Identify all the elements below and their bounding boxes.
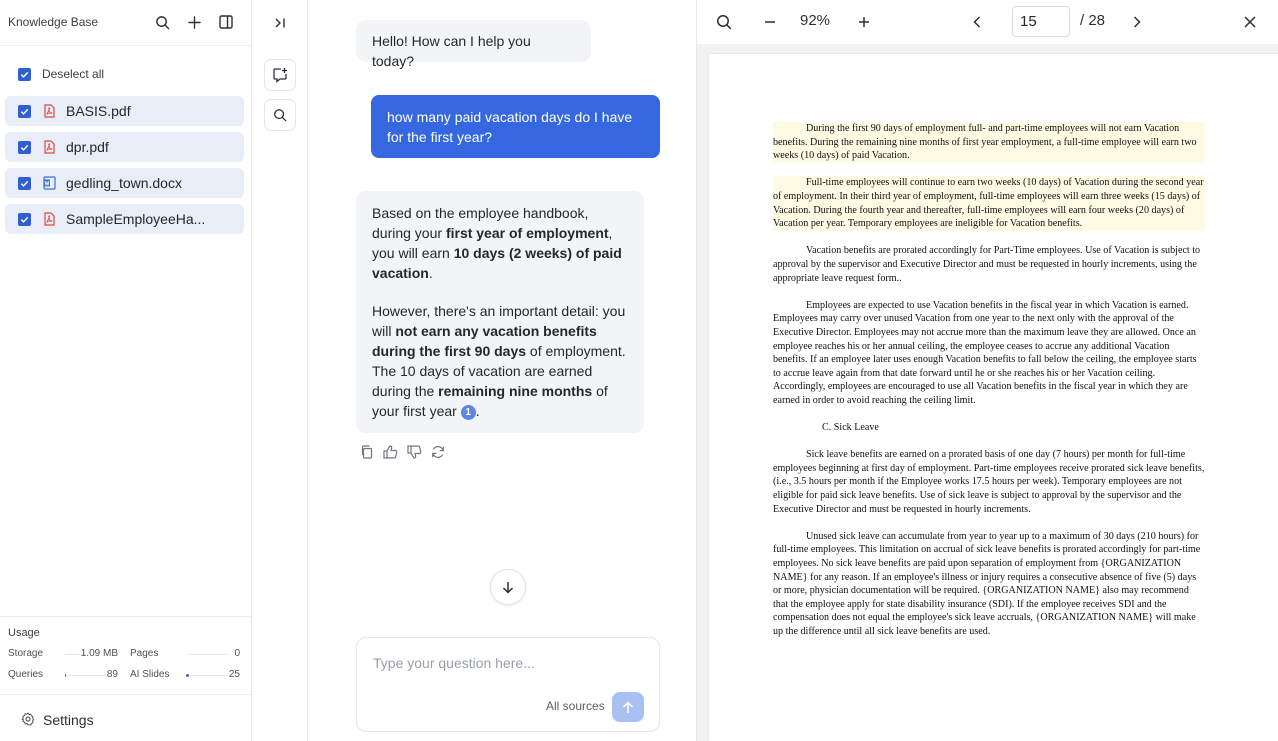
answer-emphasis: first year of employment <box>445 225 609 241</box>
document-text: During the first 90 days of employment f… <box>773 122 1205 652</box>
page-number-input[interactable] <box>1012 6 1070 37</box>
viewer-toolbar: 92% / 28 <box>697 0 1278 44</box>
chat-panel: Hello! How can I help you today? how man… <box>308 0 696 741</box>
queries-bar-fill <box>65 674 67 677</box>
chat-composer: All sources <box>356 637 660 732</box>
message-actions <box>358 444 446 460</box>
arrow-down-icon <box>502 581 514 594</box>
pdf-viewer: 92% / 28 During the first 90 days of emp… <box>696 0 1278 741</box>
page-total: / 28 <box>1080 12 1106 29</box>
checkbox-checked-icon[interactable] <box>18 140 31 154</box>
answer-paragraph: Based on the employee handbook, during y… <box>372 203 628 283</box>
pages-value: 0 <box>234 648 240 659</box>
file-item[interactable]: BASIS.pdf <box>5 96 244 126</box>
document-paragraph: Employees are expected to use Vacation b… <box>773 299 1197 406</box>
copy-icon[interactable] <box>358 444 374 460</box>
file-name: SampleEmployeeHa... <box>66 211 206 227</box>
file-item[interactable]: dpr.pdf <box>5 132 244 162</box>
new-chat-icon[interactable] <box>264 59 296 91</box>
document-paragraph: Full-time employees will continue to ear… <box>773 176 1205 231</box>
checkbox-checked-icon[interactable] <box>18 67 31 81</box>
storage-value: 1.09 MB <box>80 648 118 659</box>
storage-label: Storage <box>8 648 44 659</box>
answer-paragraph: However, there's an important detail: yo… <box>372 303 626 420</box>
file-name: BASIS.pdf <box>66 103 131 119</box>
chevron-right-icon[interactable] <box>1127 12 1147 32</box>
answer-text: . <box>428 265 433 281</box>
nav-rail <box>252 0 308 741</box>
sources-selector[interactable]: All sources <box>546 699 605 713</box>
pdf-file-icon <box>43 140 56 154</box>
pdf-file-icon <box>43 104 56 118</box>
search-icon[interactable] <box>153 13 171 31</box>
scroll-to-bottom-button[interactable] <box>490 569 526 605</box>
zoom-in-icon[interactable] <box>854 12 874 32</box>
document-paragraph: During the first 90 days of employment f… <box>773 122 1205 163</box>
plus-icon[interactable] <box>185 13 203 31</box>
panel-toggle-icon[interactable] <box>217 13 235 31</box>
document-paragraph: Sick leave benefits are earned on a pror… <box>773 449 1205 515</box>
ai-slides-value: 25 <box>228 669 240 680</box>
ai-slides-bar-fill <box>186 674 189 677</box>
close-icon[interactable] <box>1240 12 1260 32</box>
deselect-all-label: Deselect all <box>42 67 105 81</box>
usage-title: Usage <box>8 627 40 639</box>
answer-paragraph-text: However, there's an important detail: yo… <box>372 303 626 419</box>
thumbs-up-icon[interactable] <box>382 444 398 460</box>
document-heading: C. Sick Leave <box>822 422 879 434</box>
checkbox-checked-icon[interactable] <box>18 104 31 118</box>
user-message: how many paid vacation days do I have fo… <box>371 95 660 158</box>
settings-label: Settings <box>43 712 94 728</box>
answer-emphasis: remaining nine months <box>438 383 593 399</box>
settings-button[interactable]: Settings <box>0 694 251 741</box>
zoom-out-icon[interactable] <box>760 12 780 32</box>
sidebar-title: Knowledge Base <box>8 15 99 29</box>
zoom-level: 92% <box>800 12 831 29</box>
deselect-all-toggle[interactable]: Deselect all <box>18 67 104 81</box>
document-paragraph: Vacation benefits are prorated according… <box>773 245 1201 284</box>
docx-file-icon <box>43 176 56 190</box>
thumbs-down-icon[interactable] <box>406 444 422 460</box>
send-arrow-icon <box>622 700 634 714</box>
file-item[interactable]: SampleEmployeeHa... <box>5 204 244 234</box>
chevron-left-icon[interactable] <box>967 12 987 32</box>
ai-slides-label: AI Slides <box>130 669 170 680</box>
file-name: dpr.pdf <box>66 139 109 155</box>
assistant-greeting: Hello! How can I help you today? <box>356 20 591 69</box>
citation-badge[interactable]: 1 <box>460 405 476 420</box>
search-icon[interactable] <box>714 12 734 32</box>
pages-label: Pages <box>130 648 159 659</box>
file-item[interactable]: gedling_town.docx <box>5 168 244 198</box>
search-icon[interactable] <box>264 99 296 131</box>
knowledge-base-sidebar: Knowledge Base Deselect all BASIS.pdf dp… <box>0 0 252 741</box>
collapse-right-icon[interactable] <box>264 7 296 39</box>
file-name: gedling_town.docx <box>66 175 182 191</box>
assistant-answer: Based on the employee handbook, during y… <box>356 191 644 433</box>
queries-value: 89 <box>106 669 118 680</box>
checkbox-checked-icon[interactable] <box>18 212 31 226</box>
pdf-file-icon <box>43 212 56 226</box>
usage-panel: Usage Storage 1.09 MB Pages 0 Queries 89… <box>0 616 251 686</box>
question-input[interactable] <box>373 655 643 671</box>
checkbox-checked-icon[interactable] <box>18 176 31 190</box>
pdf-page: During the first 90 days of employment f… <box>709 54 1278 741</box>
document-paragraph: Unused sick leave can accumulate from ye… <box>773 530 1201 637</box>
send-button[interactable] <box>612 692 644 722</box>
refresh-icon[interactable] <box>430 444 446 460</box>
sidebar-header: Knowledge Base <box>0 0 251 46</box>
queries-label: Queries <box>8 669 44 680</box>
gear-icon <box>21 712 35 726</box>
